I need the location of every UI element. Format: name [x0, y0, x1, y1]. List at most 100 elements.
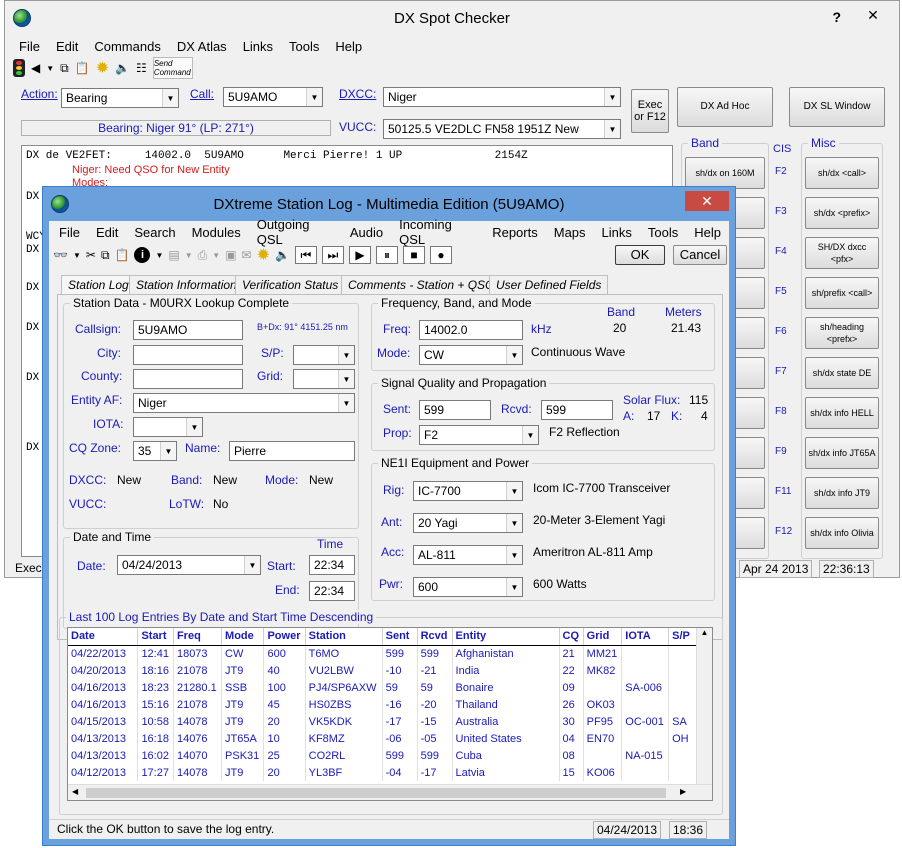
- table-row[interactable]: 04/15/2013 10:58 14078 JT9 20 VK5KDK -17 -15 Aus…: [68, 713, 698, 730]
- acc-select[interactable]: AL-811 ▼: [413, 545, 523, 565]
- table-row[interactable]: 04/13/2013 16:18 14076 JT65A 10 KF8MZ -06 -05 Un…: [68, 730, 698, 747]
- copy-icon[interactable]: ⧉: [101, 248, 110, 263]
- menu-links[interactable]: Links: [235, 39, 281, 54]
- table-row[interactable]: 04/22/2013 12:41 18073 CW 600 T6MO 599 599 Afgha…: [68, 645, 698, 662]
- dropdown-arrow-icon[interactable]: ▼: [155, 251, 163, 260]
- freq-input[interactable]: 14002.0: [419, 320, 523, 340]
- mode-select[interactable]: CW ▼: [419, 345, 523, 365]
- column-header[interactable]: S/P: [668, 628, 698, 646]
- rcvd-input[interactable]: 599: [541, 400, 613, 420]
- paste-icon[interactable]: 📋: [75, 61, 90, 75]
- qsl-card-icon[interactable]: ▤: [168, 248, 179, 262]
- column-header[interactable]: Date: [68, 628, 139, 646]
- sent-input[interactable]: 599: [419, 400, 491, 420]
- dx-ad-hoc-button[interactable]: DX Ad Hoc: [677, 87, 773, 127]
- vucc-select[interactable]: 50125.5 VE2DLC FN58 1951Z New ▼: [383, 119, 621, 139]
- inner-menu-help[interactable]: Help: [686, 225, 729, 240]
- column-header[interactable]: Freq: [173, 628, 223, 646]
- dx-sl-window-button[interactable]: DX SL Window: [789, 87, 885, 127]
- misc-command-button[interactable]: sh/dx info HELL: [805, 397, 879, 429]
- copy-icon[interactable]: ⧉: [60, 61, 69, 76]
- dxcc-select[interactable]: Niger ▼: [383, 87, 621, 107]
- inner-menu-search[interactable]: Search: [126, 225, 183, 240]
- printer-icon[interactable]: ⎙: [198, 248, 208, 263]
- column-header[interactable]: Power: [263, 628, 306, 646]
- save-icon[interactable]: ▣: [225, 248, 236, 262]
- inner-menu-audio[interactable]: Audio: [342, 225, 391, 240]
- pause-icon[interactable]: ⏸: [375, 246, 398, 264]
- menu-edit[interactable]: Edit: [48, 39, 86, 54]
- dropdown-arrow-icon[interactable]: ▼: [185, 251, 193, 260]
- callsign-input[interactable]: 5U9AMO: [133, 320, 243, 340]
- skip-back-icon[interactable]: ⏮: [294, 246, 317, 264]
- entity-select[interactable]: Niger ▼: [133, 393, 355, 413]
- binoculars-icon[interactable]: 👓: [53, 248, 68, 262]
- misc-command-button[interactable]: sh/dx <prefix>: [805, 197, 879, 229]
- inner-close-button[interactable]: ✕: [685, 191, 729, 211]
- column-header[interactable]: Rcvd: [417, 628, 453, 646]
- horizontal-scroll-thumb[interactable]: [86, 788, 666, 798]
- misc-command-button[interactable]: sh/dx state DE: [805, 357, 879, 389]
- tab-user-defined-fields[interactable]: User Defined Fields: [489, 275, 609, 294]
- date-select[interactable]: 04/24/2013 ▼: [117, 555, 261, 575]
- inner-menu-links[interactable]: Links: [594, 225, 640, 240]
- table-row[interactable]: 04/16/2013 15:16 21078 JT9 45 HS0ZBS -16 -20 Tha…: [68, 696, 698, 713]
- dropdown-arrow-icon[interactable]: ▼: [46, 64, 54, 73]
- speaker-icon[interactable]: 🔈: [275, 248, 290, 262]
- list-icon[interactable]: ☷: [136, 61, 147, 75]
- inner-menu-file[interactable]: File: [51, 225, 88, 240]
- record-icon[interactable]: ●: [429, 246, 452, 264]
- start-input[interactable]: 22:34: [309, 555, 355, 575]
- send-command-button[interactable]: Send Command: [152, 57, 193, 79]
- cut-icon[interactable]: ✂: [86, 248, 96, 262]
- sp-select[interactable]: ▼: [293, 345, 355, 365]
- table-row[interactable]: 04/12/2013 17:27 14078 JT9 20 YL3BF -04 -17 Latv…: [68, 764, 698, 781]
- scroll-right-icon[interactable]: ▶: [680, 787, 686, 796]
- misc-command-button[interactable]: sh/heading <prefx>: [805, 317, 879, 349]
- tab-verification-status[interactable]: Verification Status: [235, 275, 346, 294]
- paste-icon[interactable]: 📋: [115, 248, 130, 262]
- ok-button[interactable]: OK: [615, 245, 665, 265]
- menu-help[interactable]: Help: [327, 39, 370, 54]
- table-row[interactable]: 04/16/2013 18:23 21280.1 SSB 100 PJ4/SP6AXW 59…: [68, 679, 698, 696]
- table-row[interactable]: 04/20/2013 18:16 21078 JT9 40 VU2LBW -10 -21 Ind…: [68, 662, 698, 679]
- tab-station-information[interactable]: Station Information: [129, 275, 244, 294]
- tab-station-log[interactable]: Station Log: [61, 275, 136, 294]
- scroll-left-icon[interactable]: ◀: [72, 787, 78, 796]
- cancel-button[interactable]: Cancel: [673, 245, 727, 265]
- call-select[interactable]: 5U9AMO ▼: [223, 87, 323, 107]
- scroll-up-icon[interactable]: ▲: [697, 628, 712, 642]
- misc-command-button[interactable]: sh/prefix <call>: [805, 277, 879, 309]
- help-button[interactable]: ?: [832, 9, 841, 25]
- traffic-light-icon[interactable]: [13, 59, 25, 77]
- column-header[interactable]: Grid: [583, 628, 623, 646]
- misc-command-button[interactable]: sh/dx info Olivia: [805, 517, 879, 549]
- misc-command-button[interactable]: sh/dx <call>: [805, 157, 879, 189]
- menu-file[interactable]: File: [11, 39, 48, 54]
- city-input[interactable]: [133, 345, 243, 365]
- action-select[interactable]: Bearing ▼: [61, 88, 179, 108]
- column-header[interactable]: Sent: [382, 628, 418, 646]
- menu-tools[interactable]: Tools: [281, 39, 327, 54]
- info-icon[interactable]: i: [134, 247, 151, 263]
- column-header[interactable]: CQ: [559, 628, 584, 646]
- exec-button[interactable]: Exec or F12: [631, 89, 669, 133]
- county-input[interactable]: [133, 369, 243, 389]
- pwr-select[interactable]: 600 ▼: [413, 577, 523, 597]
- envelope-icon[interactable]: ✉: [242, 248, 252, 262]
- grid-select[interactable]: ▼: [293, 369, 355, 389]
- step-forward-icon[interactable]: ⏭: [321, 246, 344, 264]
- vertical-scrollbar[interactable]: ▲: [696, 628, 712, 784]
- cqzone-select[interactable]: 35 ▼: [133, 441, 177, 461]
- inner-menu-tools[interactable]: Tools: [640, 225, 686, 240]
- menu-commands[interactable]: Commands: [86, 39, 168, 54]
- rig-select[interactable]: IC-7700 ▼: [413, 481, 523, 501]
- table-row[interactable]: 04/13/2013 16:02 14070 PSK31 25 CO2RL 599 599 Cu…: [68, 747, 698, 764]
- column-header[interactable]: Entity: [452, 628, 560, 646]
- dropdown-arrow-icon[interactable]: ▼: [73, 251, 81, 260]
- inner-menu-edit[interactable]: Edit: [88, 225, 126, 240]
- tab-comments[interactable]: Comments - Station + QSO: [341, 275, 502, 294]
- back-arrow-icon[interactable]: ◀: [31, 61, 40, 75]
- column-header[interactable]: Mode: [221, 628, 265, 646]
- play-icon[interactable]: ▶: [348, 246, 371, 264]
